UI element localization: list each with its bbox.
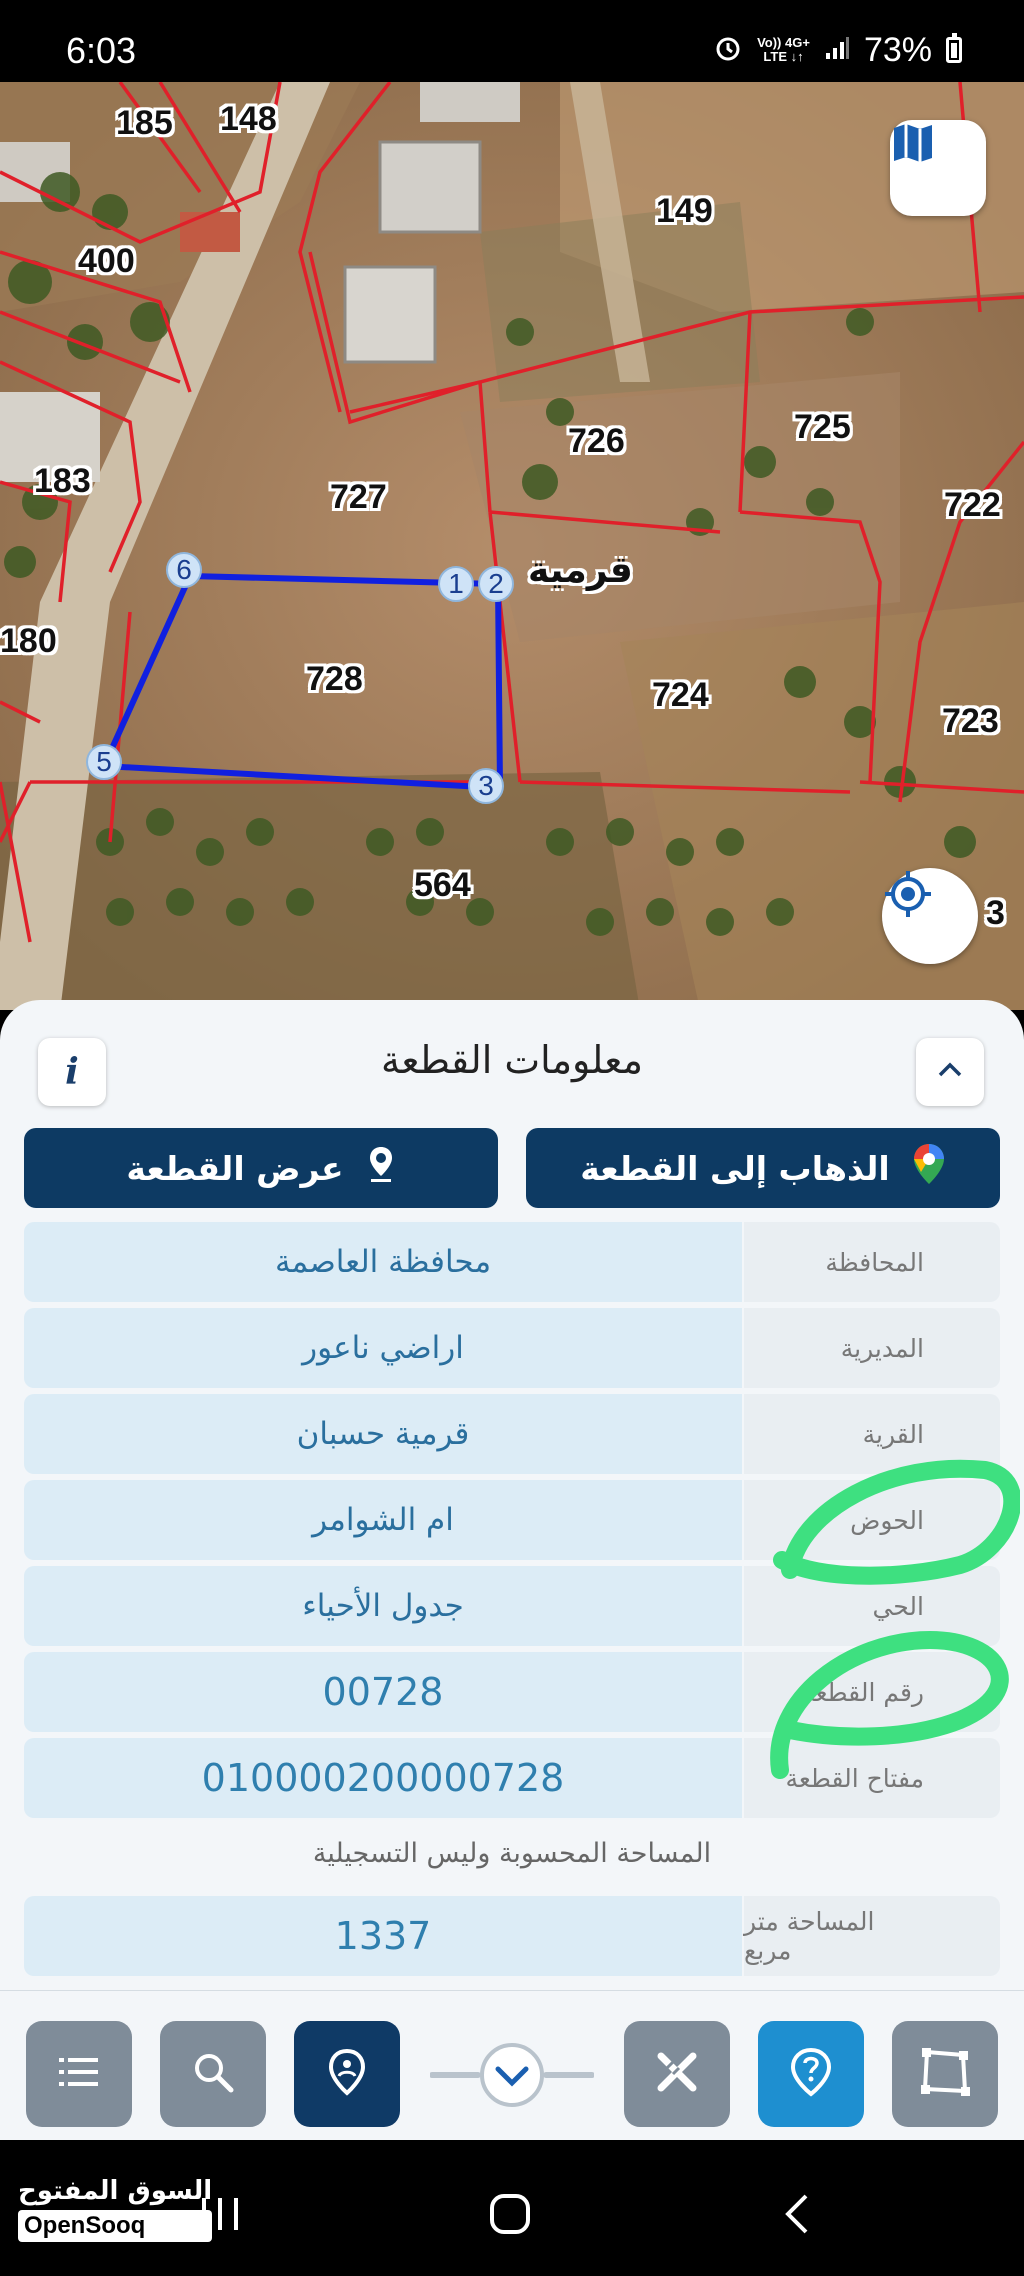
parcel-label: 148 xyxy=(220,100,277,138)
parcel-label: 724 xyxy=(652,676,709,714)
recent-apps-icon[interactable] xyxy=(198,2194,242,2238)
parcel-info-panel: معلومات القطعة i الذهاب إلى القطعة عرض ا… xyxy=(0,1000,1024,2000)
directorate-label: المديرية xyxy=(744,1308,1000,1388)
help-button[interactable] xyxy=(758,2021,864,2127)
parcel-label: 400 xyxy=(78,242,135,280)
layers-list-button[interactable] xyxy=(26,2021,132,2127)
polygon-icon xyxy=(918,2045,972,2103)
go-to-parcel-label: الذهاب إلى القطعة xyxy=(580,1148,890,1188)
parcel-label: 180 xyxy=(0,622,57,660)
vertex-marker[interactable]: 5 xyxy=(86,744,122,780)
opensooq-watermark: السوق المفتوح OpenSooq xyxy=(18,2176,213,2242)
parcel-details-list: محافظة العاصمة المحافظة اراضي ناعور المد… xyxy=(24,1222,1000,1824)
parcel-label: 722 xyxy=(944,486,1001,524)
neighborhood-value: جدول الأحياء xyxy=(24,1566,742,1646)
parcel-label: 726 xyxy=(568,422,625,460)
show-parcel-label: عرض القطعة xyxy=(126,1148,344,1188)
bottom-toolbar xyxy=(0,1990,1024,2140)
parcel-label: 149 xyxy=(656,192,713,230)
directorate-value: اراضي ناعور xyxy=(24,1308,742,1388)
parcel-label: 3 xyxy=(986,894,1005,932)
parcel-label: 185 xyxy=(116,104,173,142)
network-indicator: Vo)) 4G+ LTE ↓↑ xyxy=(757,35,810,64)
detail-row-village: قرمية حسبان القرية xyxy=(24,1394,1000,1474)
detail-row-parcel-number: 00728 رقم القطعة xyxy=(24,1652,1000,1732)
neighborhood-label: الحي xyxy=(744,1566,1000,1646)
map-layers-button[interactable] xyxy=(890,120,986,216)
panel-header: معلومات القطعة i xyxy=(0,1000,1024,1120)
back-icon[interactable] xyxy=(780,2194,816,2238)
detail-row-parcel-key: 010000200000728 مفتاح القطعة xyxy=(24,1738,1000,1818)
vertex-marker[interactable]: 1 xyxy=(438,566,474,602)
area-label: المساحة متر مربع xyxy=(744,1896,1000,1976)
detail-row-area: 1337 المساحة متر مربع xyxy=(24,1896,1000,1976)
parcel-label: 723 xyxy=(942,702,999,740)
google-maps-pin-icon xyxy=(912,1142,946,1194)
area-row-wrapper: 1337 المساحة متر مربع xyxy=(24,1896,1000,1982)
basin-value: ام الشوامر xyxy=(24,1480,742,1560)
area-note: المساحة المحسوبة وليس التسجيلية xyxy=(312,1838,712,1869)
parcel-label: 728 xyxy=(306,660,363,698)
parcel-label: 564 xyxy=(414,866,471,904)
parcel-label: 183 xyxy=(34,462,91,500)
vertex-marker[interactable]: 6 xyxy=(166,552,202,588)
signal-icon xyxy=(824,35,850,66)
vertex-marker[interactable]: 3 xyxy=(468,768,504,804)
home-icon[interactable] xyxy=(488,2194,532,2238)
alarm-icon xyxy=(713,33,743,68)
village-label: قرمية xyxy=(528,550,633,591)
basin-label: الحوض xyxy=(744,1480,1000,1560)
location-pin-icon xyxy=(366,1144,396,1192)
detail-row-basin: ام الشوامر الحوض xyxy=(24,1480,1000,1560)
detail-row-governorate: محافظة العاصمة المحافظة xyxy=(24,1222,1000,1302)
detail-row-neighborhood: جدول الأحياء الحي xyxy=(24,1566,1000,1646)
search-button[interactable] xyxy=(160,2021,266,2127)
status-time: 6:03 xyxy=(66,30,137,71)
map-imagery xyxy=(0,82,1024,1010)
android-nav-bar: السوق المفتوح OpenSooq xyxy=(0,2140,1024,2276)
governorate-value: محافظة العاصمة xyxy=(24,1222,742,1302)
detail-row-directorate: اراضي ناعور المديرية xyxy=(24,1308,1000,1388)
info-icon: i xyxy=(65,1051,79,1093)
parcel-key-value: 010000200000728 xyxy=(24,1738,742,1818)
go-to-parcel-button[interactable]: الذهاب إلى القطعة xyxy=(526,1128,1000,1208)
satellite-map[interactable]: 185 148 149 400 726 725 183 727 722 180 … xyxy=(0,82,1024,1010)
layers-list-icon xyxy=(57,2055,101,2093)
my-location-button[interactable] xyxy=(882,868,978,964)
battery-icon xyxy=(946,33,962,63)
vertex-marker[interactable]: 2 xyxy=(478,566,514,602)
parcel-number-label: رقم القطعة xyxy=(744,1652,1000,1732)
parcel-label: 727 xyxy=(330,478,387,516)
village-label-text: القرية xyxy=(744,1394,1000,1474)
village-value: قرمية حسبان xyxy=(24,1394,742,1474)
parcel-location-button[interactable] xyxy=(294,2021,400,2127)
area-value: 1337 xyxy=(24,1896,742,1976)
measure-tools-icon xyxy=(653,2048,701,2100)
status-icons: Vo)) 4G+ LTE ↓↑ 73% xyxy=(713,30,962,69)
measure-tools-button[interactable] xyxy=(624,2021,730,2127)
parcel-number-value: 00728 xyxy=(24,1652,742,1732)
parcel-key-label: مفتاح القطعة xyxy=(744,1738,1000,1818)
status-bar: 6:03 Vo)) 4G+ LTE ↓↑ 73% xyxy=(0,0,1024,82)
help-icon xyxy=(788,2046,834,2102)
parcel-label: 725 xyxy=(794,408,851,446)
battery-percent: 73% xyxy=(863,30,932,69)
expand-toggle[interactable] xyxy=(429,2041,595,2109)
show-parcel-button[interactable]: عرض القطعة xyxy=(24,1128,498,1208)
collapse-button[interactable] xyxy=(916,1038,984,1106)
search-icon xyxy=(191,2050,235,2098)
panel-title: معلومات القطعة xyxy=(381,1038,643,1082)
chevron-up-icon xyxy=(937,1062,963,1082)
parcel-location-icon xyxy=(325,2047,369,2101)
draw-polygon-button[interactable] xyxy=(892,2021,998,2127)
governorate-label: المحافظة xyxy=(744,1222,1000,1302)
info-button[interactable]: i xyxy=(38,1038,106,1106)
